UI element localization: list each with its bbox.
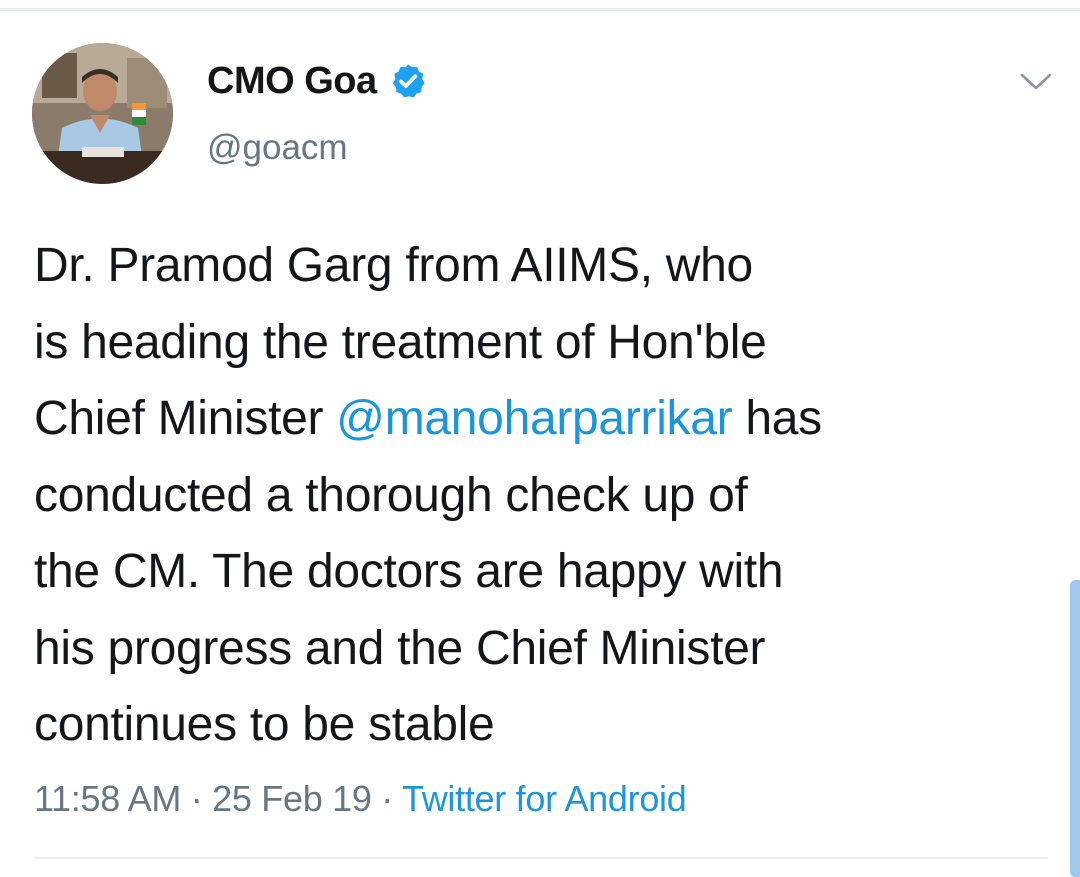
tweet-text-line: his progress and the Chief Minister: [34, 621, 766, 675]
tweet-text-line: the CM. The doctors are happy with: [34, 545, 784, 598]
meta-separator: ·: [181, 778, 213, 819]
meta-separator: ·: [371, 778, 403, 819]
tweet-text-line: continues to be stable: [34, 698, 495, 751]
tweet-metadata: 11:58 AM · 25 Feb 19 · Twitter for Andro…: [34, 774, 687, 824]
tweet-text-line: Dr. Pramod Garg from AIIMS, who: [34, 239, 753, 292]
mention-link[interactable]: @manoharparrikar: [336, 392, 732, 445]
tweet-text-segment: Chief Minister: [34, 392, 337, 445]
author-name-row[interactable]: CMO Goa: [207, 56, 427, 106]
avatar[interactable]: [32, 43, 173, 184]
profile-photo-icon: [32, 43, 173, 184]
tweet-text-segment: has: [732, 392, 822, 445]
tweet-date[interactable]: 25 Feb 19: [212, 778, 372, 819]
bottom-divider: [34, 857, 1048, 859]
scrollbar[interactable]: [1070, 580, 1080, 877]
tweet-time[interactable]: 11:58 AM: [34, 778, 181, 819]
tweet-source-link[interactable]: Twitter for Android: [402, 778, 687, 819]
tweet-text: Dr. Pramod Garg from AIIMS, who is headi…: [34, 228, 1049, 764]
display-name[interactable]: CMO Goa: [207, 56, 377, 106]
tweet-text-line: conducted a thorough check up of: [34, 468, 748, 522]
tweet-text-line: is heading the treatment of Hon'ble: [34, 315, 767, 369]
tweet-text-line: Chief Minister @manoharparrikar has: [34, 381, 1049, 458]
top-divider: [0, 8, 1080, 11]
author-handle[interactable]: @goacm: [207, 124, 348, 172]
chevron-down-icon[interactable]: [1018, 70, 1054, 94]
tweet-detail-page: CMO Goa @goacm Dr. Pramod Garg from AIIM…: [0, 0, 1080, 877]
verified-badge-icon: [392, 64, 425, 98]
